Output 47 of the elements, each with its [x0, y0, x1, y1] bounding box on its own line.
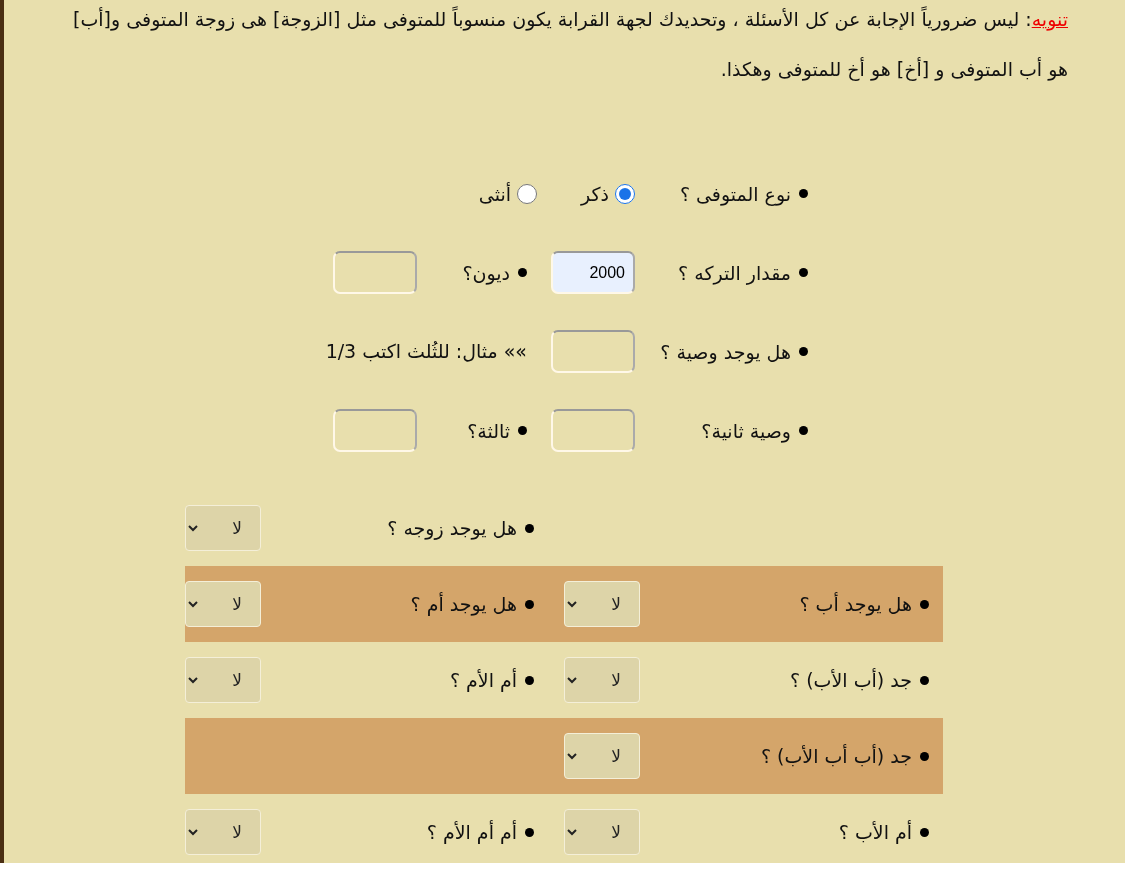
question-label: جد (أب الأب) ؟	[790, 669, 912, 691]
input-field[interactable]: 2000	[551, 251, 635, 294]
dropdown[interactable]: لا	[185, 657, 261, 703]
dropdown[interactable]: لا	[564, 733, 640, 779]
bullet-icon	[799, 347, 808, 356]
bullet-icon	[920, 751, 929, 761]
bullet-icon	[525, 675, 534, 685]
dropdown[interactable]: لا	[185, 505, 261, 551]
question-label: هل يوجد أب ؟	[799, 593, 912, 615]
input-field[interactable]	[333, 251, 417, 294]
question-label: أم أم الأم ؟	[426, 821, 517, 843]
input-field[interactable]	[551, 330, 635, 373]
radio-button[interactable]	[517, 183, 537, 204]
question-label: ديون؟	[462, 261, 510, 284]
hint-text: »» مثال: للثُلث اكتب 1/3	[325, 339, 528, 365]
bullet-icon	[799, 189, 808, 198]
question-label: هل يوجد أم ؟	[410, 593, 517, 615]
question-label: أم الأب ؟	[838, 821, 912, 843]
radio-button[interactable]	[615, 183, 635, 204]
question-label: ثالثة؟	[467, 419, 510, 442]
bullet-icon	[525, 523, 534, 533]
question-label: نوع المتوفى ؟	[679, 182, 791, 205]
bullet-icon	[525, 599, 534, 609]
radio-label: أنثى	[478, 182, 511, 205]
input-field[interactable]	[333, 409, 417, 452]
bullet-icon	[518, 268, 527, 277]
dropdown[interactable]: لا	[185, 809, 261, 855]
input-field[interactable]	[551, 409, 635, 452]
question-label: مقدار التركه ؟	[678, 261, 791, 284]
note-text: تنويه: ليس ضرورياً الإجابة عن كل الأسئلة ، وتحديدك لجهة القرابة يكون منسوباً للمتوفى مثل [الزوجة] هى زوجة المتوفى و[أب] هو أب المتوفى و [أخ] هو أخ للمتوفى وهكذا.	[72, 5, 1068, 83]
radio-label: ذكر	[581, 182, 609, 205]
question-label: وصية ثانية؟	[701, 419, 791, 442]
bullet-icon	[920, 675, 929, 685]
bullet-icon	[920, 599, 929, 609]
bullet-icon	[525, 827, 534, 837]
bullet-icon	[799, 426, 808, 435]
dropdown[interactable]: لا	[564, 581, 640, 627]
question-label: هل يوجد وصية ؟	[660, 340, 791, 363]
question-label: هل يوجد زوجه ؟	[387, 517, 517, 539]
question-label: أم الأم ؟	[449, 669, 517, 691]
bullet-icon	[518, 426, 527, 435]
bullet-icon	[920, 827, 929, 837]
question-label: جد (أب أب الأب) ؟	[760, 745, 912, 767]
dropdown[interactable]: لا	[564, 657, 640, 703]
bullet-icon	[799, 268, 808, 277]
dropdown[interactable]: لا	[185, 581, 261, 627]
dropdown[interactable]: لا	[564, 809, 640, 855]
